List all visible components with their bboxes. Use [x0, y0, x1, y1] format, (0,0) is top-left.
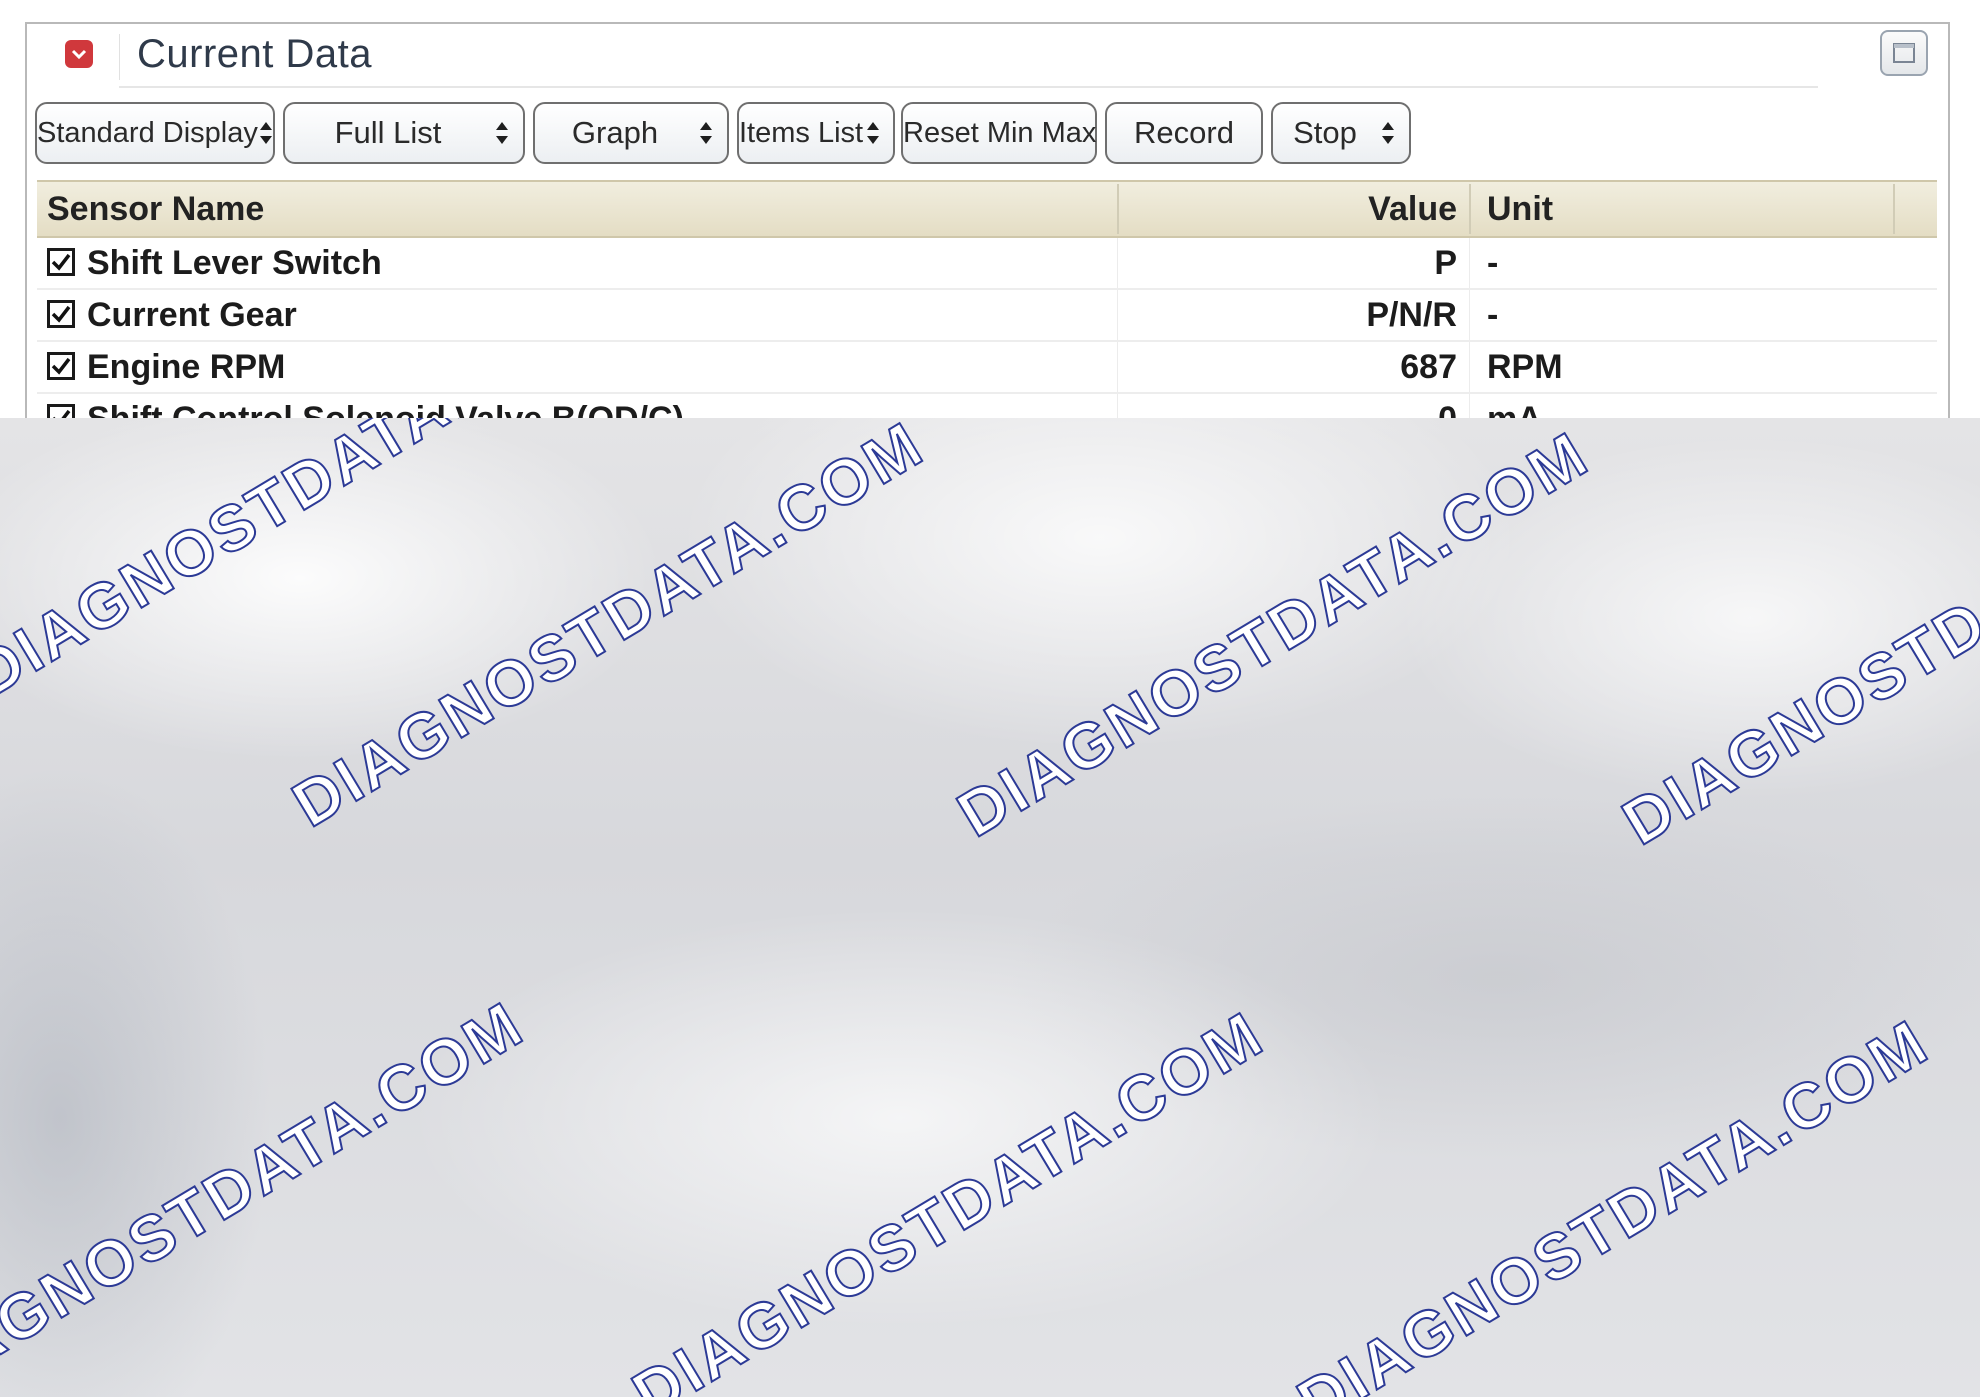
cell-divider [1469, 290, 1470, 340]
title-separator [119, 34, 120, 80]
maximize-button[interactable] [1880, 30, 1928, 76]
table-row[interactable]: Shift Control Solenoid Valve B(OD/C) 0 m… [37, 394, 1937, 418]
watermark-text: DIAGNOSTDATA.COM [620, 996, 1277, 1397]
spin-arrows-icon [695, 118, 717, 148]
sensor-value: 687 [1400, 348, 1457, 386]
table-row[interactable]: Shift Lever Switch P - [37, 238, 1937, 290]
row-checkbox[interactable] [47, 404, 75, 418]
cell-divider [1469, 342, 1470, 392]
cell-divider [1117, 394, 1118, 418]
cell-divider [1469, 394, 1470, 418]
watermark-text: DIAGNOSTDATA.COM [0, 986, 537, 1397]
stop-select[interactable]: Stop [1271, 102, 1411, 164]
header-divider [1893, 184, 1895, 234]
current-data-area: Current Data Standard Display Full List [0, 0, 1980, 418]
current-data-panel: Current Data Standard Display Full List [25, 22, 1950, 418]
table-row[interactable]: Current Gear P/N/R - [37, 290, 1937, 342]
header-divider [1469, 184, 1471, 234]
checkmark-icon [51, 253, 71, 271]
table-row[interactable]: Engine RPM 687 RPM [37, 342, 1937, 394]
full-list-select[interactable]: Full List [283, 102, 525, 164]
panel-title-bar: Current Data [27, 24, 1948, 102]
header-sensor-name[interactable]: Sensor Name [47, 182, 264, 236]
maximize-icon [1893, 43, 1915, 63]
cell-divider [1469, 238, 1470, 288]
sensor-value: 0 [1127, 394, 1457, 418]
spin-arrows-icon [491, 118, 513, 148]
collapse-icon[interactable] [65, 40, 93, 68]
row-checkbox[interactable] [47, 300, 75, 328]
spin-arrows-icon [1377, 118, 1399, 148]
panel-title: Current Data [137, 32, 372, 76]
watermark-text: DIAGNOSTDATA.COM [1285, 1004, 1942, 1397]
reset-min-max-button[interactable]: Reset Min Max [901, 102, 1097, 164]
standard-display-select[interactable]: Standard Display [35, 102, 275, 164]
sensor-name: Shift Control Solenoid Valve B(OD/C) [87, 394, 684, 418]
header-value[interactable]: Value [1127, 182, 1457, 236]
cell-divider [1117, 342, 1118, 392]
watermark-text: DIAGNOSTDATA.COM [1610, 424, 1980, 859]
spin-arrows-icon [258, 118, 274, 148]
sensor-name: Shift Lever Switch [87, 244, 382, 282]
header-divider [1117, 184, 1119, 234]
title-divider [119, 86, 1818, 88]
sensor-name: Engine RPM [87, 348, 286, 386]
sensor-name: Current Gear [87, 296, 297, 334]
row-checkbox[interactable] [47, 352, 75, 380]
graph-select[interactable]: Graph [533, 102, 729, 164]
items-list-select[interactable]: Items List [737, 102, 895, 164]
sensor-unit: RPM [1487, 348, 1563, 386]
sensor-unit: - [1487, 296, 1499, 334]
watermark-text: DIAGNOSTDATA.COM [945, 418, 1602, 852]
record-button[interactable]: Record [1105, 102, 1263, 164]
sensor-value: P/N/R [1366, 296, 1457, 334]
checkmark-icon [51, 357, 71, 375]
watermark-background: DIAGNOSTDATA.COM DIAGNOSTDATA.COM DIAGNO… [0, 418, 1980, 1397]
cell-divider [1117, 290, 1118, 340]
header-unit[interactable]: Unit [1487, 182, 1553, 236]
spin-arrows-icon [863, 118, 883, 148]
toolbar: Standard Display Full List Graph Items L… [35, 102, 1835, 168]
sensor-value: P [1434, 244, 1457, 282]
table-header: Sensor Name Value Unit [37, 180, 1937, 238]
sensor-unit: mA [1487, 394, 1542, 418]
row-checkbox[interactable] [47, 248, 75, 276]
checkmark-icon [51, 305, 71, 323]
cell-divider [1117, 238, 1118, 288]
checkmark-icon [53, 409, 71, 418]
sensor-unit: - [1487, 244, 1499, 282]
